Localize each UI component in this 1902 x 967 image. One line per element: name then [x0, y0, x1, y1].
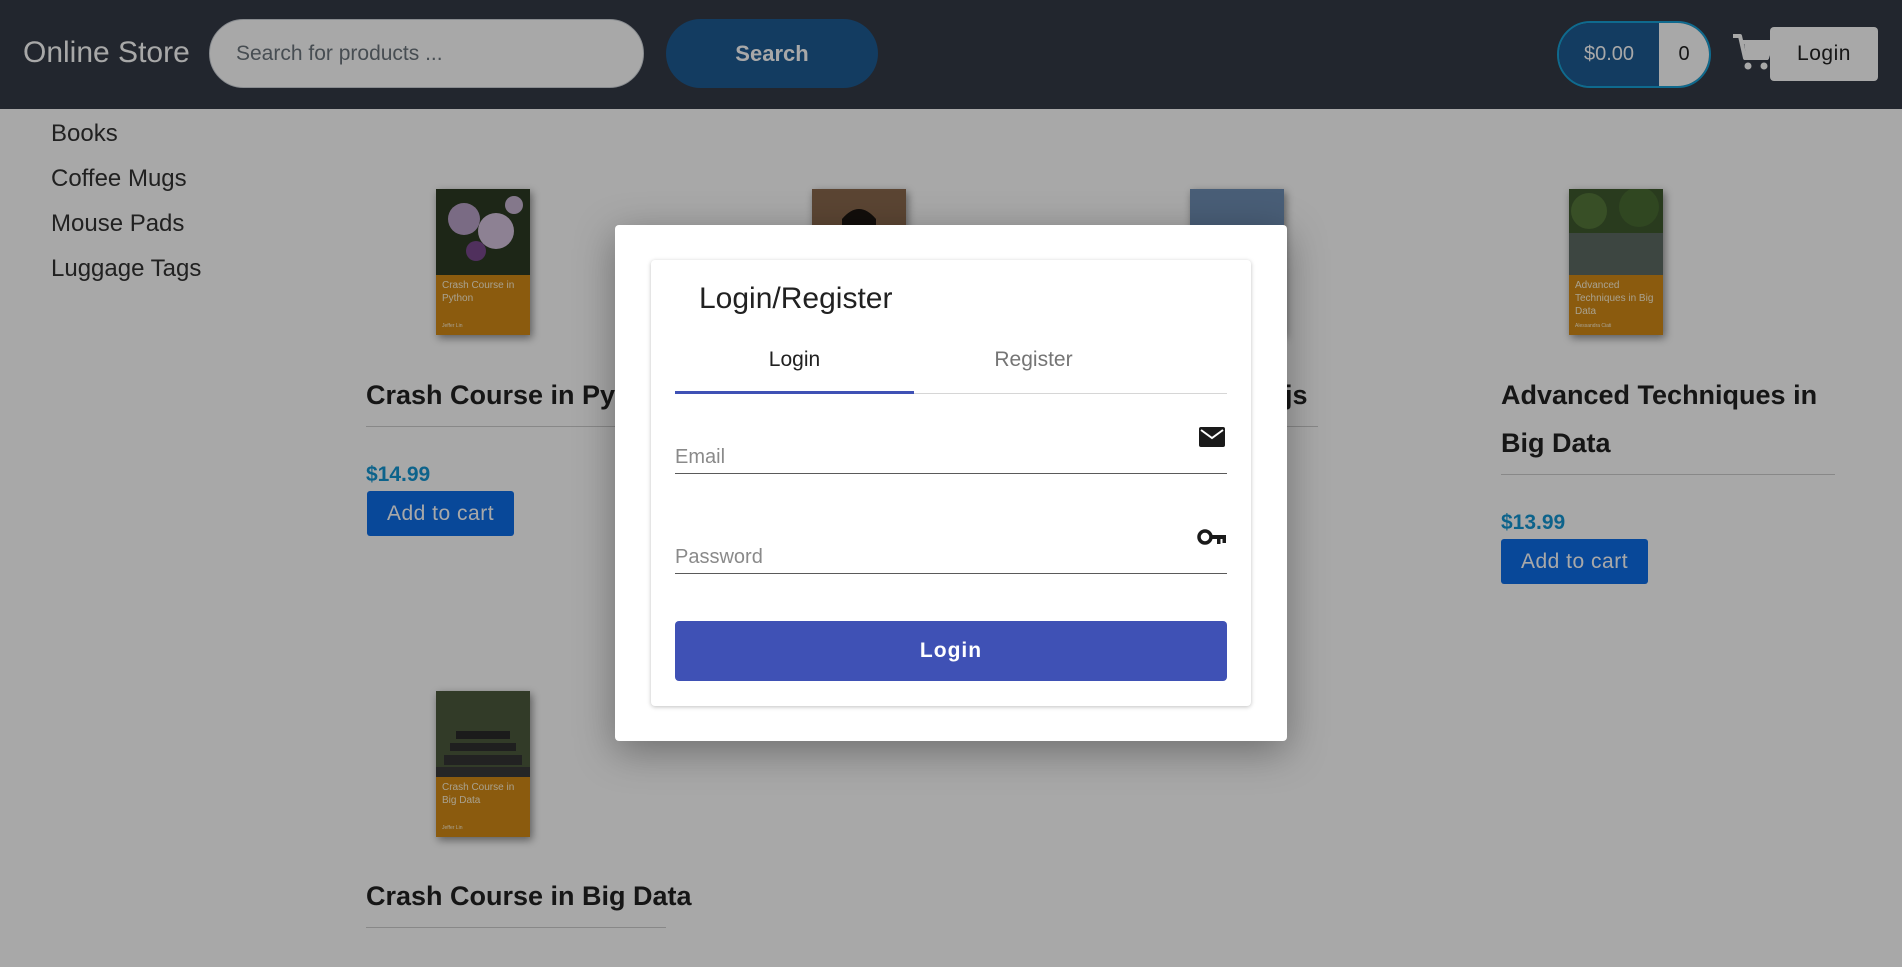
tab-register[interactable]: Register: [914, 344, 1153, 394]
login-submit-button[interactable]: Login: [675, 621, 1227, 681]
auth-tabs: Login Register: [675, 344, 1227, 394]
password-input[interactable]: [675, 530, 1175, 573]
login-card: Login/Register Login Register Login: [651, 260, 1251, 706]
password-field[interactable]: [675, 529, 1227, 574]
email-input[interactable]: [675, 430, 1175, 473]
login-register-dialog: Login/Register Login Register Login: [615, 225, 1287, 741]
key-icon: [1197, 529, 1226, 545]
dialog-title: Login/Register: [699, 282, 893, 315]
tab-login[interactable]: Login: [675, 344, 914, 394]
email-field[interactable]: [675, 427, 1227, 474]
envelope-icon: [1199, 427, 1225, 447]
